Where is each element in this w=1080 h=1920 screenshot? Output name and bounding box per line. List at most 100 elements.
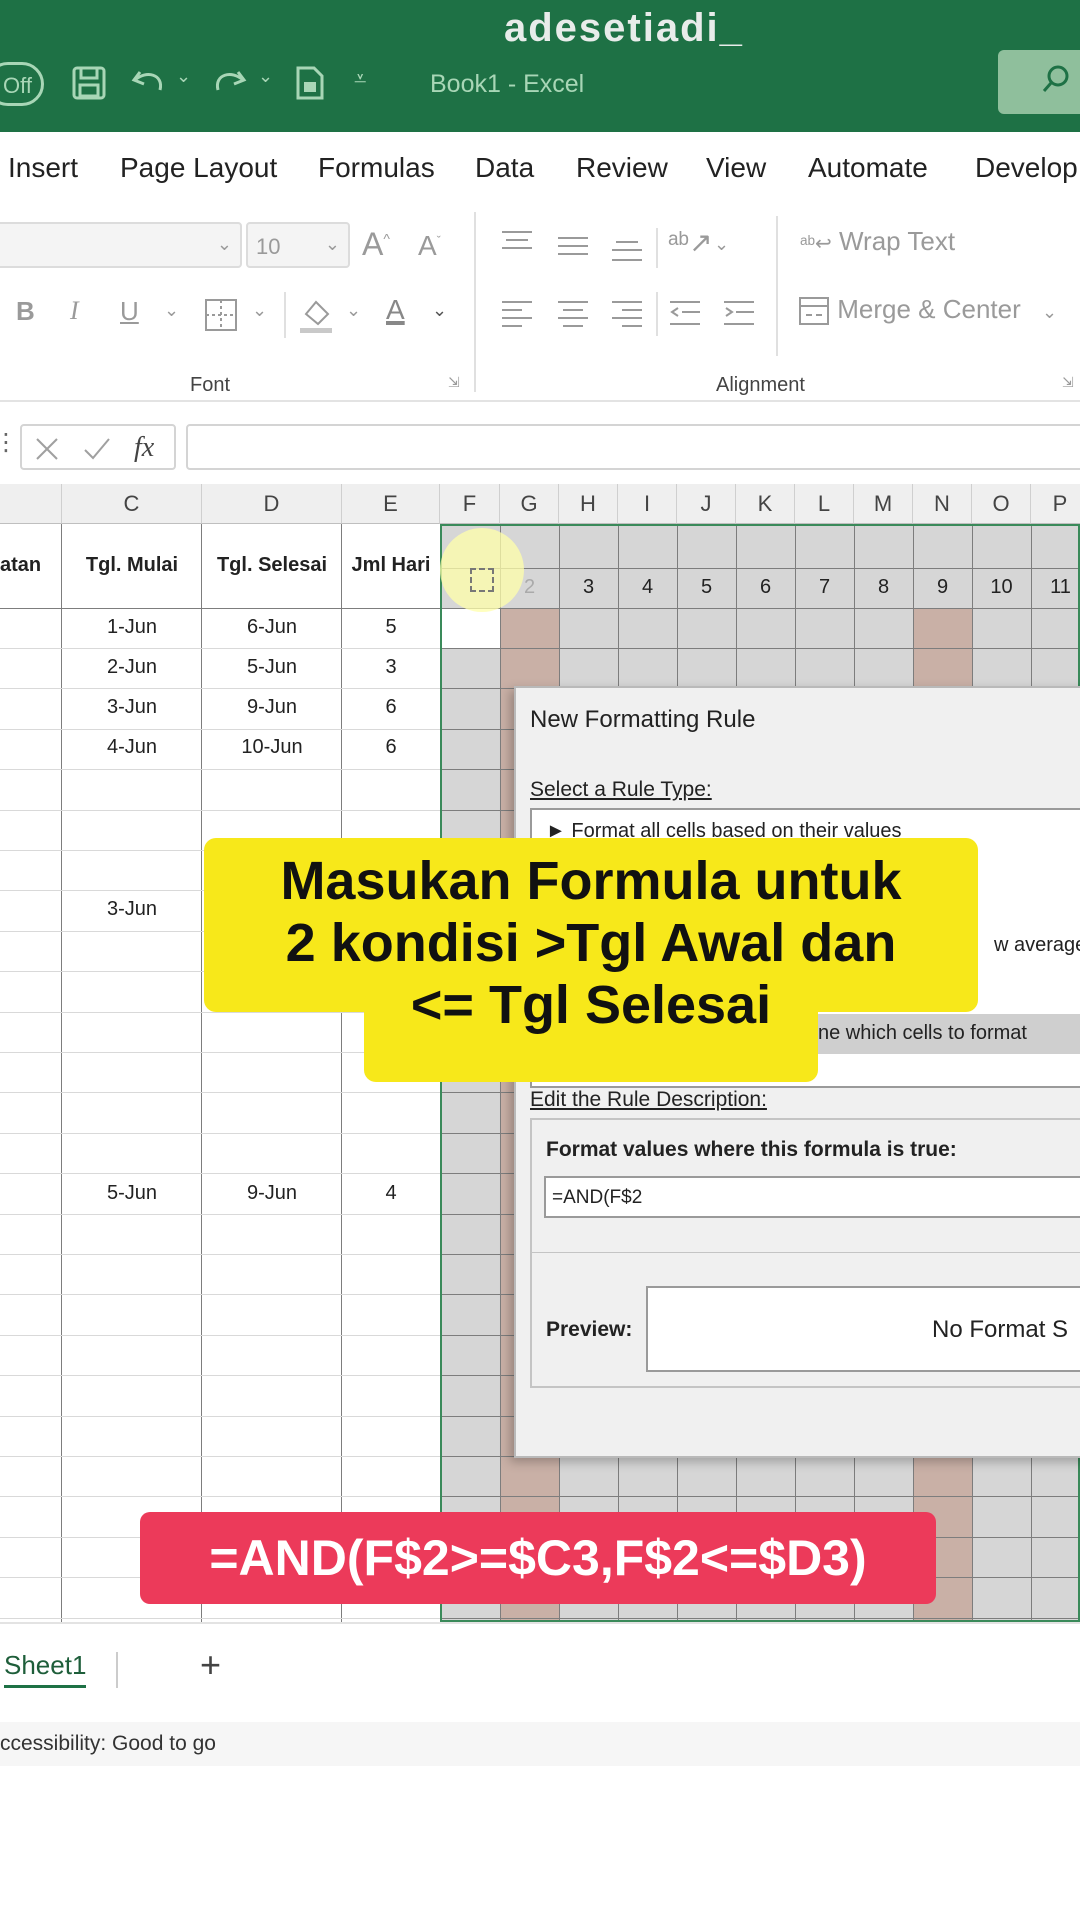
increase-indent-icon[interactable] (722, 298, 756, 328)
more-options-icon[interactable]: ⋮ (0, 428, 18, 457)
tab-page-layout[interactable]: Page Layout (120, 152, 277, 184)
dialog-launcher-icon[interactable]: ⇲ (448, 374, 460, 391)
wrap-text-button[interactable]: ᵃᵇ↩ Wrap Text (800, 226, 955, 257)
day-number[interactable]: 3 (559, 576, 618, 599)
cell-start[interactable]: 3-Jun (62, 898, 202, 921)
chevron-down-icon[interactable]: ⌄ (252, 300, 267, 321)
day-number[interactable]: 7 (795, 576, 854, 599)
accessibility-status[interactable]: ccessibility: Good to go (0, 1732, 216, 1756)
day-number[interactable]: 11 (1031, 576, 1080, 599)
column-header-b[interactable] (0, 484, 62, 524)
cell-end[interactable]: 5-Jun (202, 656, 342, 679)
align-left-icon[interactable] (500, 298, 534, 328)
sheet-tab-sheet1[interactable]: Sheet1 (4, 1650, 87, 1688)
add-sheet-button[interactable]: + (200, 1644, 221, 1686)
column-header-h[interactable]: H (559, 484, 618, 524)
bold-button[interactable]: B (16, 296, 35, 327)
fill-color-icon[interactable] (298, 296, 334, 334)
tab-review[interactable]: Review (576, 152, 668, 184)
merge-center-button[interactable]: Merge & Center (798, 294, 1021, 326)
font-color-icon[interactable]: A (386, 294, 405, 326)
chevron-down-icon[interactable]: ⌄ (432, 300, 447, 321)
formula-input[interactable] (186, 424, 1080, 470)
column-header-e[interactable]: E (342, 484, 440, 524)
preview-box: No Format S (646, 1286, 1080, 1372)
chevron-down-icon[interactable]: ⌄ (346, 300, 361, 321)
formula-rule-input[interactable]: =AND(F$2 (544, 1176, 1080, 1218)
customize-toolbar-icon[interactable]: ⩡ (354, 66, 366, 92)
column-header-j[interactable]: J (677, 484, 736, 524)
divider (776, 216, 778, 356)
align-middle-icon[interactable] (556, 232, 590, 260)
tab-insert[interactable]: Insert (8, 152, 78, 184)
align-center-icon[interactable] (556, 298, 590, 328)
day-number[interactable]: 5 (677, 576, 736, 599)
undo-icon[interactable] (130, 64, 168, 100)
orientation-icon[interactable]: ᵃᵇ↗ (668, 226, 712, 259)
chevron-down-icon[interactable]: ⌄ (1042, 302, 1057, 323)
header-days: Jml Hari (351, 554, 431, 576)
decrease-indent-icon[interactable] (668, 298, 702, 328)
cell-days[interactable]: 6 (342, 736, 440, 759)
align-right-icon[interactable] (610, 298, 644, 328)
cell-end[interactable]: 6-Jun (202, 616, 342, 639)
undo-dropdown-icon[interactable]: ⌄ (176, 66, 191, 87)
column-header-c[interactable]: C (62, 484, 202, 524)
day-number[interactable]: 10 (972, 576, 1031, 599)
day-number[interactable]: 8 (854, 576, 913, 599)
cell-end[interactable]: 9-Jun (202, 1182, 342, 1205)
chevron-down-icon[interactable]: ⌄ (164, 300, 179, 321)
redo-icon[interactable] (210, 64, 248, 100)
tab-view[interactable]: View (706, 152, 766, 184)
cell-start[interactable]: 5-Jun (62, 1182, 202, 1205)
cell-end[interactable]: 10-Jun (202, 736, 342, 759)
day-number[interactable]: 4 (618, 576, 677, 599)
autosave-toggle[interactable]: Off (0, 62, 44, 106)
underline-button[interactable]: U (120, 296, 139, 327)
tab-data[interactable]: Data (475, 152, 534, 184)
font-size-combo[interactable]: 10 ⌄ (246, 222, 350, 268)
day-number[interactable]: 6 (736, 576, 795, 599)
dialog-launcher-icon[interactable]: ⇲ (1062, 374, 1074, 391)
align-top-icon[interactable] (500, 228, 534, 256)
italic-button[interactable]: I (70, 296, 79, 326)
cell-days[interactable]: 6 (342, 696, 440, 719)
column-header-l[interactable]: L (795, 484, 854, 524)
cell-start[interactable]: 1-Jun (62, 616, 202, 639)
column-header-i[interactable]: I (618, 484, 677, 524)
day-number[interactable]: 9 (913, 576, 972, 599)
increase-font-icon[interactable]: A^ (362, 226, 390, 263)
gridline (0, 1294, 440, 1295)
chevron-down-icon[interactable]: ⌄ (714, 234, 729, 255)
document-icon[interactable] (294, 64, 328, 102)
align-bottom-icon[interactable] (610, 236, 644, 264)
column-header-n[interactable]: N (913, 484, 972, 524)
cell-days[interactable]: 5 (342, 616, 440, 639)
tab-developer[interactable]: Develop (975, 152, 1078, 184)
search-button[interactable] (998, 50, 1080, 114)
column-header-k[interactable]: K (736, 484, 795, 524)
redo-dropdown-icon[interactable]: ⌄ (258, 66, 273, 87)
cancel-icon[interactable] (34, 436, 60, 462)
borders-icon[interactable] (204, 298, 238, 332)
cell-start[interactable]: 4-Jun (62, 736, 202, 759)
column-header-o[interactable]: O (972, 484, 1031, 524)
column-header-d[interactable]: D (202, 484, 342, 524)
font-name-combo[interactable]: ⌄ (0, 222, 242, 268)
insert-function-icon[interactable]: fx (134, 432, 154, 464)
decrease-font-icon[interactable]: Aˇ (418, 230, 441, 262)
cell-days[interactable]: 4 (342, 1182, 440, 1205)
cell-end[interactable]: 9-Jun (202, 696, 342, 719)
save-icon[interactable] (72, 66, 106, 100)
tab-automate[interactable]: Automate (808, 152, 928, 184)
enter-checkmark-icon[interactable] (82, 436, 112, 462)
column-header-p[interactable]: P (1031, 484, 1080, 524)
column-header-g[interactable]: G (500, 484, 559, 524)
cell-start[interactable]: 2-Jun (62, 656, 202, 679)
rule-option[interactable]: w average (994, 934, 1080, 957)
cell-days[interactable]: 3 (342, 656, 440, 679)
column-header-f[interactable]: F (440, 484, 500, 524)
cell-start[interactable]: 3-Jun (62, 696, 202, 719)
tab-formulas[interactable]: Formulas (318, 152, 435, 184)
column-header-m[interactable]: M (854, 484, 913, 524)
